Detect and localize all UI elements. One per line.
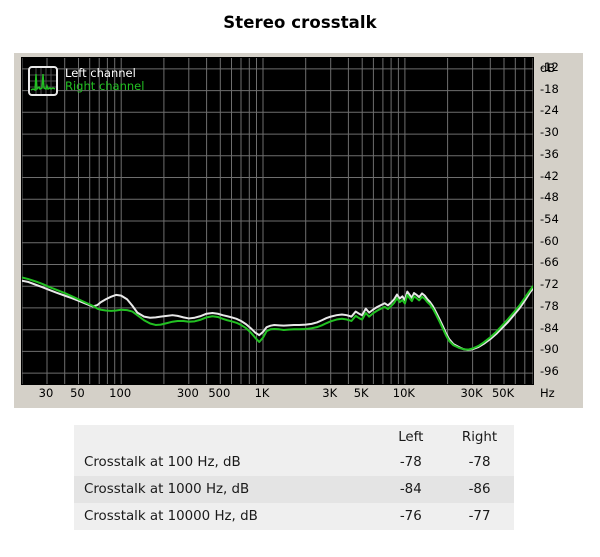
- y-axis-tick-neg36: -36: [540, 146, 559, 161]
- y-axis-tick-neg18: -18: [540, 81, 559, 96]
- y-axis-tick-neg66: -66: [540, 255, 559, 270]
- table-cell-left: -78: [399, 455, 422, 470]
- y-axis-tick-neg96: -96: [540, 364, 559, 379]
- spectrum-plot-area[interactable]: [21, 57, 534, 385]
- spectrum-icon[interactable]: [28, 66, 58, 96]
- table-cell-left: -84: [399, 482, 422, 497]
- legend-labels: Left channel Right channel: [65, 66, 144, 93]
- y-axis-tick-neg24: -24: [540, 103, 559, 118]
- page-title: Stereo crosstalk: [223, 13, 377, 32]
- x-axis-tick-30K: 30K: [460, 386, 483, 400]
- table-header-row: Left Right: [74, 425, 514, 449]
- table-row: Crosstalk at 1000 Hz, dB -84 -86: [74, 476, 514, 503]
- y-axis-tick-neg90: -90: [540, 342, 559, 357]
- spectrum-plot-svg: [22, 58, 533, 384]
- y-axis-tick-neg30: -30: [540, 125, 559, 140]
- y-axis-tick-neg72: -72: [540, 277, 559, 292]
- table-cell-right: -86: [468, 482, 491, 497]
- x-axis-unit-label: Hz: [540, 386, 555, 400]
- x-axis-tick-1K: 1K: [254, 386, 270, 400]
- horizontal-gridlines: [22, 68, 533, 374]
- y-axis-tick-neg54: -54: [540, 212, 559, 226]
- table-cell-metric: Crosstalk at 100 Hz, dB: [84, 455, 241, 470]
- x-axis-tick-100: 100: [109, 386, 132, 400]
- table-cell-right: -77: [468, 509, 491, 524]
- x-axis-tick-300: 300: [176, 386, 199, 400]
- x-axis-tick-10K: 10K: [392, 386, 415, 400]
- table-header-left: Left: [398, 429, 424, 445]
- spectrum-icon-glyph: [30, 68, 56, 94]
- table-row: Crosstalk at 100 Hz, dB -78 -78: [74, 449, 514, 476]
- table-cell-metric: Crosstalk at 1000 Hz, dB: [84, 482, 250, 497]
- legend-item-left-channel: Left channel: [65, 66, 136, 80]
- table-header-metric: [74, 425, 377, 449]
- left-channel-trace: [22, 279, 533, 351]
- y-axis-tick-neg12: -12: [540, 59, 559, 74]
- chart-legend: Left channel Right channel: [28, 66, 188, 102]
- x-axis-tick-500: 500: [208, 386, 231, 400]
- table-cell-left: -76: [399, 509, 422, 524]
- table-header-right: Right: [461, 429, 498, 445]
- y-axis-tick-neg60: -60: [540, 233, 559, 248]
- x-axis-tick-50: 50: [70, 386, 85, 400]
- legend-item-right-channel: Right channel: [65, 78, 145, 93]
- x-axis-tick-50K: 50K: [491, 386, 515, 400]
- table-body: Crosstalk at 100 Hz, dB -78 -78 Crosstalk a…: [74, 449, 514, 530]
- table-row: Crosstalk at 10000 Hz, dB -76 -77: [74, 503, 514, 530]
- crosstalk-results-table: Left Right Crosstalk at 100 Hz, dB -78 -78…: [74, 425, 514, 530]
- table-cell-metric: Crosstalk at 10000 Hz, dB: [84, 509, 258, 524]
- y-axis-tick-neg78: -78: [540, 298, 559, 313]
- y-axis-tick-neg84: -84: [540, 320, 559, 335]
- right-channel-trace: [22, 276, 533, 351]
- table-cell-right: -78: [468, 455, 491, 470]
- x-axis-tick-30: 30: [38, 386, 54, 400]
- y-axis-tick-neg42: -42: [540, 168, 559, 183]
- y-axis-tick-neg48: -48: [540, 190, 559, 205]
- x-axis-tick-3K: 3K: [322, 386, 338, 400]
- x-axis-tick-5K: 5K: [353, 386, 369, 400]
